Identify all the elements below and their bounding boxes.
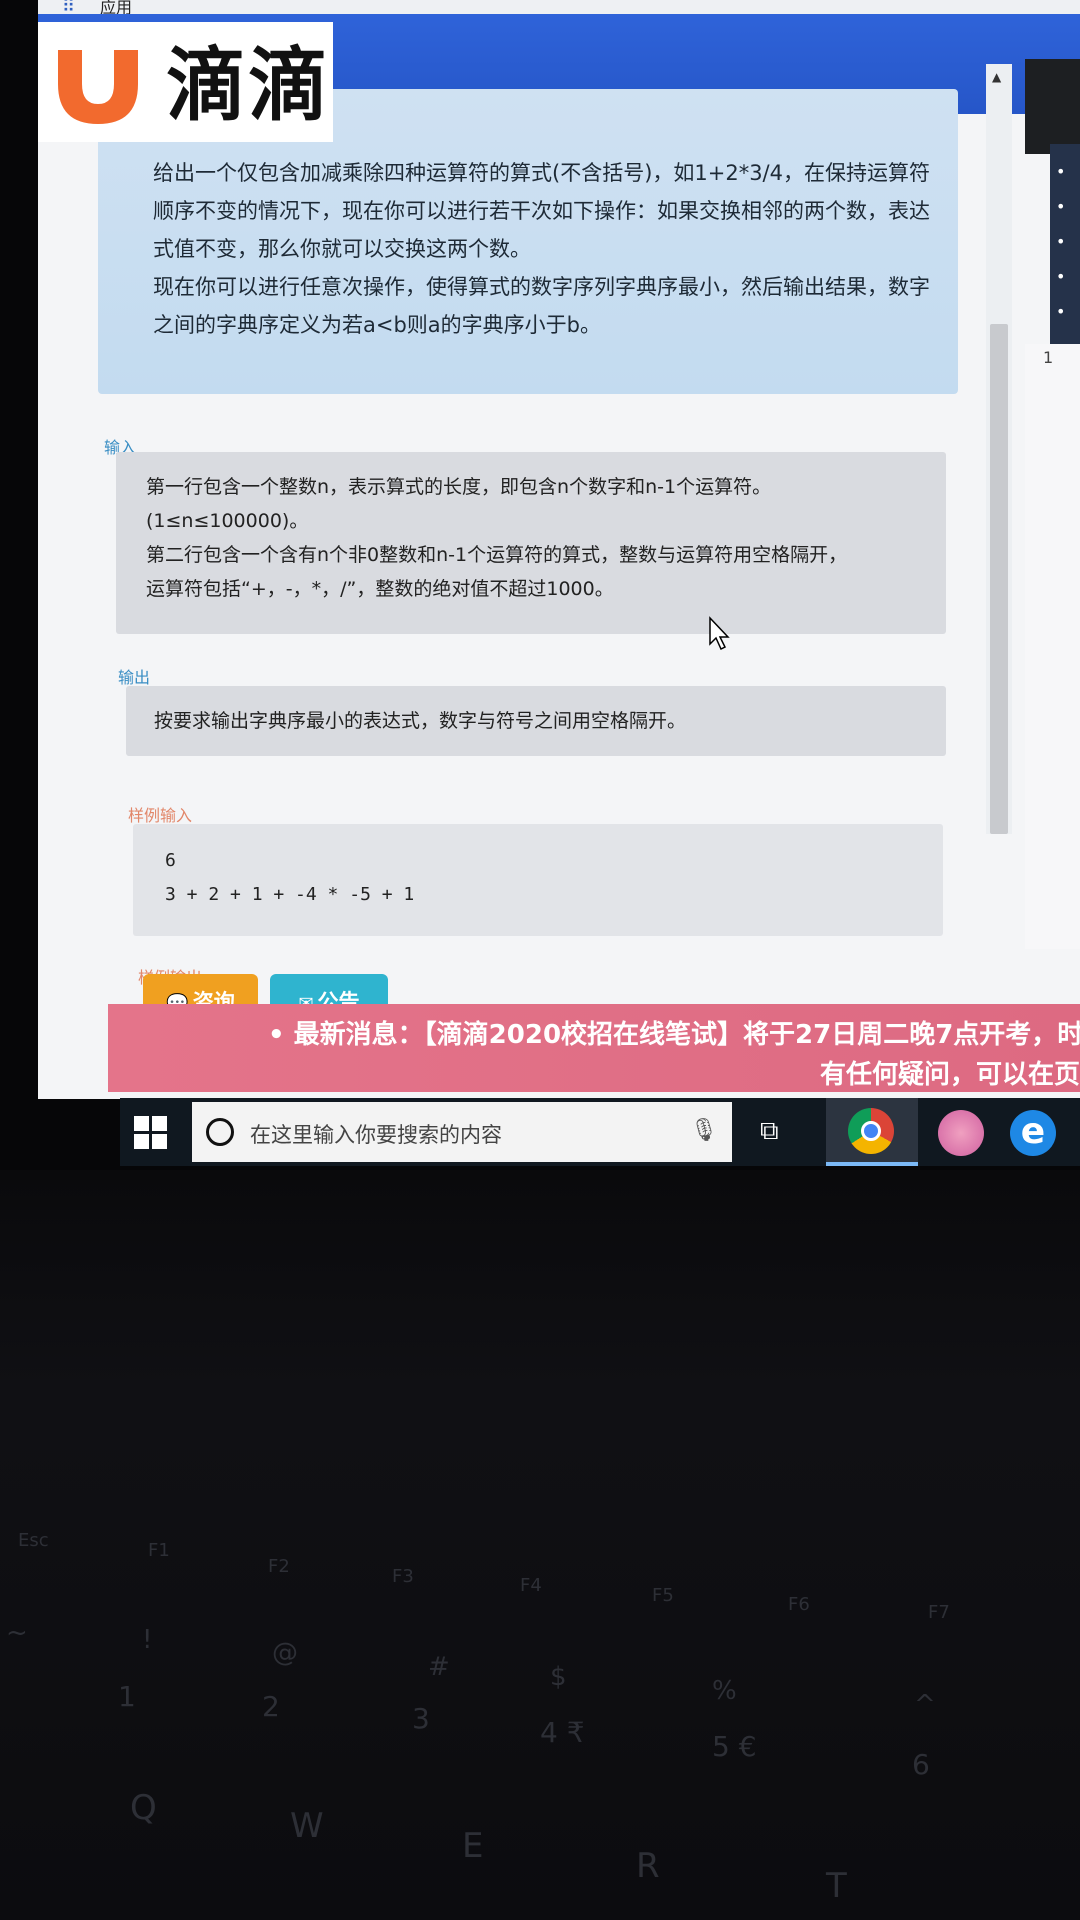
app-taskbar-icon[interactable]	[938, 1110, 984, 1156]
side-header	[1025, 59, 1080, 154]
key-5: 5 €	[712, 1730, 757, 1763]
chrome-taskbar-item[interactable]	[826, 1098, 918, 1166]
key-w: W	[290, 1806, 324, 1846]
key-f2: F2	[268, 1556, 290, 1577]
key-percent: %	[712, 1676, 737, 1706]
input-line: (1≤n≤100000)。	[146, 510, 309, 532]
windows-start-icon[interactable]	[134, 1116, 168, 1150]
side-menu: • • • • •	[1050, 144, 1080, 344]
scroll-up-arrow-icon[interactable]: ▲	[992, 70, 1001, 84]
description-line: 现在你可以进行任意次操作，使得算式的数字序列字典序最小，然后输出结果，数字	[153, 275, 930, 299]
line-number: 1	[1043, 348, 1054, 367]
key-2: 2	[262, 1690, 280, 1723]
key-3: 3	[412, 1702, 430, 1735]
key-r: R	[636, 1846, 660, 1886]
output-description: 按要求输出字典序最小的表达式，数字与符号之间用空格隔开。	[126, 686, 946, 756]
output-heading: 输出	[118, 668, 151, 687]
output-text: 按要求输出字典序最小的表达式，数字与符号之间用空格隔开。	[154, 710, 687, 732]
key-t: T	[826, 1866, 847, 1906]
code-editor-panel[interactable]: 1	[1025, 344, 1080, 949]
sample-input-line: 6	[165, 850, 176, 871]
key-f4: F4	[520, 1575, 542, 1596]
notice-line: 有任何疑问，可以在页面右	[820, 1060, 1080, 1090]
key-exclaim: !	[142, 1625, 153, 1655]
key-6: 6	[912, 1748, 930, 1781]
mouse-cursor-icon	[709, 616, 730, 651]
notice-bar: • 最新消息：【滴滴2020校招在线笔试】将于27日周二晚7点开考，时长 有任何…	[108, 1004, 1080, 1092]
edge-browser-icon[interactable]: e	[1010, 1110, 1056, 1156]
key-esc: Esc	[18, 1530, 49, 1551]
bullet-list-icon: • • • • •	[1056, 162, 1066, 321]
key-e: E	[462, 1826, 484, 1866]
search-placeholder: 在这里输入你要搜索的内容	[250, 1123, 502, 1147]
key-hash: #	[428, 1652, 450, 1682]
windows-taskbar: 在这里输入你要搜索的内容 🎙 ⧉ e	[120, 1098, 1080, 1166]
description-line: 之间的字典序定义为若a<b则a的字典序小于b。	[153, 313, 601, 337]
key-f1: F1	[148, 1540, 170, 1561]
key-f3: F3	[392, 1566, 414, 1587]
input-description: 第一行包含一个整数n，表示算式的长度，即包含n个数字和n-1个运算符。 (1≤n…	[116, 452, 946, 634]
notice-line: • 最新消息：【滴滴2020校招在线笔试】将于27日周二晚7点开考，时长	[268, 1020, 1080, 1050]
key-4: 4 ₹	[540, 1716, 585, 1749]
page-scrollbar[interactable]: ▲	[986, 64, 1012, 834]
input-line: 第一行包含一个整数n，表示算式的长度，即包含n个数字和n-1个运算符。	[146, 476, 772, 498]
microphone-icon[interactable]: 🎙	[690, 1118, 718, 1143]
key-tilde: ~	[6, 1618, 28, 1648]
input-line: 第二行包含一个含有n个非0整数和n-1个运算符的算式，整数与运算符用空格隔开，	[146, 544, 848, 566]
scroll-thumb[interactable]	[990, 324, 1008, 834]
description-line: 顺序不变的情况下，现在你可以进行若干次如下操作：如果交换相邻的两个数，表达	[153, 199, 930, 223]
description-line: 式值不变，那么你就可以交换这两个数。	[153, 237, 531, 261]
input-line: 运算符包括“+，-，*，/”，整数的绝对值不超过1000。	[146, 578, 614, 600]
didi-logo: 滴滴	[38, 22, 333, 142]
sample-input-line: 3 + 2 + 1 + -4 * -5 + 1	[165, 884, 415, 905]
logo-text: 滴滴	[166, 39, 330, 132]
key-f7: F7	[928, 1602, 950, 1623]
sample-input-heading: 样例输入	[128, 806, 193, 825]
key-q: Q	[130, 1788, 157, 1828]
key-caret: ^	[914, 1690, 936, 1720]
key-dollar: $	[550, 1662, 567, 1692]
chrome-icon	[848, 1108, 894, 1154]
key-1: 1	[118, 1680, 136, 1713]
taskbar-search-input[interactable]: 在这里输入你要搜索的内容 🎙	[192, 1102, 732, 1162]
bookmarks-bar: ⠿ 应用	[38, 0, 1080, 17]
problem-page: 滴滴 给出一个仅包含加减乘除四种运算符的算式(不含括号)，如1+2*3/4，在保…	[38, 14, 1080, 1099]
sample-input-box: 6 3 + 2 + 1 + -4 * -5 + 1	[133, 824, 943, 936]
key-f5: F5	[652, 1585, 674, 1606]
task-view-icon[interactable]: ⧉	[760, 1116, 779, 1147]
description-line: 给出一个仅包含加减乘除四种运算符的算式(不含括号)，如1+2*3/4，在保持运算…	[153, 161, 930, 185]
didi-logo-icon	[58, 50, 138, 124]
cortana-icon	[206, 1118, 234, 1146]
key-at: @	[272, 1638, 298, 1668]
key-f6: F6	[788, 1594, 810, 1615]
